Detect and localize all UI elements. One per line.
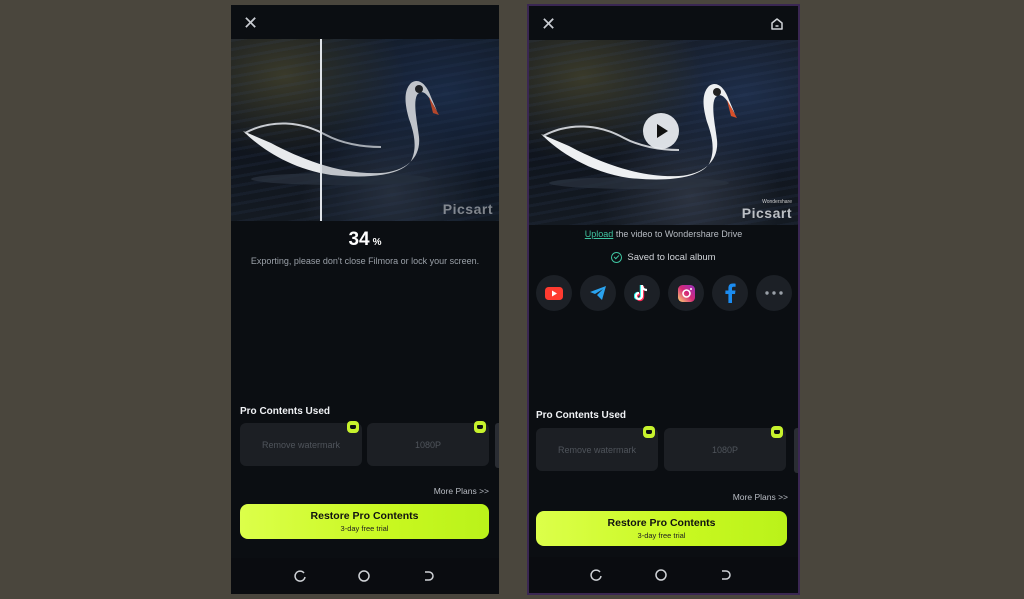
compare-divider[interactable] xyxy=(320,39,322,221)
video-preview: Picsart xyxy=(231,39,499,221)
instagram-icon xyxy=(677,284,695,302)
share-instagram-button[interactable] xyxy=(668,275,704,311)
upload-link[interactable]: Upload xyxy=(585,229,614,239)
pro-section-title: Pro Contents Used xyxy=(240,406,331,417)
export-complete-screen: ✕ Wondershare Picsart Upload the video t… xyxy=(529,6,798,593)
share-tiktok-button[interactable] xyxy=(624,275,660,311)
crown-icon xyxy=(474,421,486,433)
pro-item-remove-watermark[interactable]: Remove watermark xyxy=(240,421,362,466)
share-facebook-button[interactable] xyxy=(712,275,748,311)
close-icon[interactable]: ✕ xyxy=(541,15,557,33)
recents-icon[interactable] xyxy=(294,570,306,582)
home-circle-icon[interactable] xyxy=(655,569,667,581)
watermark: Picsart xyxy=(442,201,493,217)
saved-status: Saved to local album xyxy=(529,252,798,263)
percent-sign: % xyxy=(372,237,382,248)
saved-text: Saved to local album xyxy=(627,252,716,263)
telegram-icon xyxy=(590,286,606,300)
upload-line: Upload the video to Wondershare Drive xyxy=(529,229,798,239)
carousel-peek[interactable] xyxy=(794,428,798,473)
restore-label: Restore Pro Contents xyxy=(310,510,419,522)
share-youtube-button[interactable] xyxy=(536,275,572,311)
back-icon[interactable] xyxy=(423,570,435,582)
crown-icon xyxy=(347,421,359,433)
back-icon[interactable] xyxy=(720,569,732,581)
share-more-button[interactable] xyxy=(756,275,792,311)
system-nav-bar xyxy=(529,557,798,593)
home-icon[interactable] xyxy=(770,17,784,31)
export-message: Exporting, please don't close Filmora or… xyxy=(250,256,480,266)
home-circle-icon[interactable] xyxy=(358,570,370,582)
video-preview: Wondershare Picsart xyxy=(529,40,798,225)
percent-value: 34 xyxy=(348,229,370,250)
top-bar: ✕ xyxy=(529,6,798,40)
recents-icon[interactable] xyxy=(590,569,602,581)
crown-icon xyxy=(771,426,783,438)
watermark: Picsart xyxy=(741,205,792,221)
play-icon[interactable] xyxy=(643,113,679,149)
more-plans-link[interactable]: More Plans >> xyxy=(733,492,788,502)
carousel-peek[interactable] xyxy=(495,423,499,468)
tiktok-icon xyxy=(634,284,648,302)
close-icon[interactable]: ✕ xyxy=(243,14,259,32)
restore-label: Restore Pro Contents xyxy=(607,517,716,529)
pro-section-title: Pro Contents Used xyxy=(536,410,627,421)
youtube-icon xyxy=(545,286,563,300)
restore-pro-button[interactable]: Restore Pro Contents 3-day free trial xyxy=(240,504,489,539)
pro-item-1080p[interactable]: 1080P xyxy=(664,426,786,471)
trial-label: 3-day free trial xyxy=(340,524,389,533)
pro-item-label: 1080P xyxy=(711,444,739,455)
facebook-icon xyxy=(725,283,736,303)
pro-item-label: Remove watermark xyxy=(261,439,341,450)
system-nav-bar xyxy=(231,558,499,594)
check-circle-icon xyxy=(611,252,623,263)
export-progress-screen: ✕ Picsart 34% Exporting, please don't cl… xyxy=(231,5,499,594)
export-progress-percent: 34% xyxy=(231,229,499,251)
trial-label: 3-day free trial xyxy=(637,531,686,540)
share-telegram-button[interactable] xyxy=(580,275,616,311)
upload-text: the video to Wondershare Drive xyxy=(613,229,743,239)
pro-item-1080p[interactable]: 1080P xyxy=(367,421,489,466)
more-icon xyxy=(765,291,783,295)
restore-pro-button[interactable]: Restore Pro Contents 3-day free trial xyxy=(536,511,787,546)
crown-icon xyxy=(643,426,655,438)
pro-item-label: 1080P xyxy=(414,439,442,450)
pro-item-remove-watermark[interactable]: Remove watermark xyxy=(536,426,658,471)
share-row xyxy=(536,275,792,311)
top-bar: ✕ xyxy=(231,5,499,39)
more-plans-link[interactable]: More Plans >> xyxy=(434,486,489,496)
swan-image xyxy=(243,39,499,221)
pro-item-label: Remove watermark xyxy=(557,444,637,455)
